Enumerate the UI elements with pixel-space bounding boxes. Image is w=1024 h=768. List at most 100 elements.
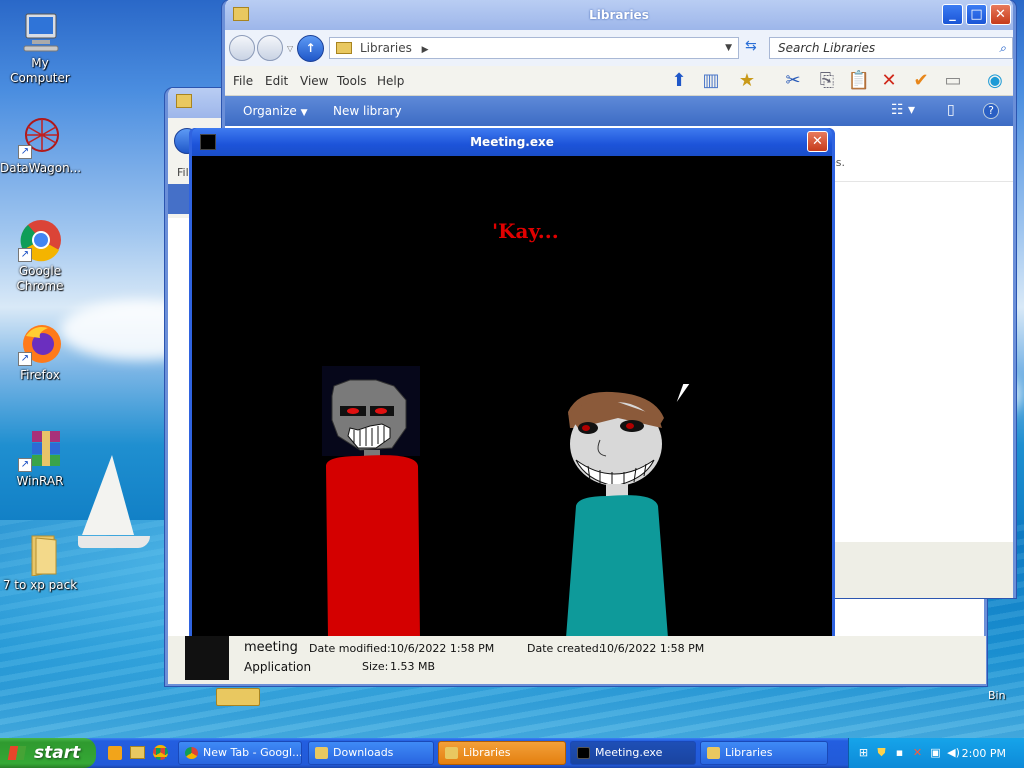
meeting-window[interactable]: Meeting.exe ✕ 'Kay... — [189, 128, 835, 640]
computer-icon — [18, 10, 62, 54]
chevron-down-icon: ▼ — [300, 108, 308, 118]
copy-icon[interactable]: ⎘ — [815, 69, 839, 93]
cut-icon[interactable]: ✂ — [781, 69, 805, 93]
menu-help[interactable]: Help — [377, 74, 404, 88]
folder-icon — [315, 747, 328, 759]
desktop-icon-firefox[interactable]: ↗ Firefox — [0, 322, 80, 383]
windows-flag-icon — [7, 746, 27, 760]
file-details-pane: meeting Application Date modified: 10/6/… — [168, 636, 986, 684]
clock[interactable]: 2:00 PM — [962, 747, 1006, 760]
datawagon-icon: ↗ — [18, 115, 62, 159]
desktop-icon-7-to-xp-pack[interactable]: 7 to xp pack — [0, 532, 80, 593]
shortcut-arrow-icon: ↗ — [18, 248, 32, 262]
chevron-down-icon[interactable]: ▼ — [725, 38, 732, 58]
forward-button[interactable] — [257, 35, 283, 61]
preview-pane-icon[interactable]: ▯ — [947, 102, 955, 118]
window-titlebar[interactable]: Meeting.exe ✕ — [192, 128, 832, 156]
display-icon[interactable]: ▣ — [929, 746, 942, 759]
sailboat-hull — [78, 536, 150, 548]
address-text: Libraries — [360, 41, 412, 55]
desktop-icon-label: Firefox — [20, 368, 60, 382]
menu-tools[interactable]: Tools — [337, 74, 367, 88]
desktop-icon-label: WinRAR — [16, 474, 64, 488]
refresh-icon[interactable]: ⇆ — [745, 38, 757, 54]
menu-edit[interactable]: Edit — [265, 74, 288, 88]
network-error-icon[interactable]: ✕ — [911, 746, 924, 759]
folder-icon[interactable] — [130, 746, 145, 759]
size-value: 1.53 MB — [390, 660, 436, 673]
taskbar-button-label: Libraries — [463, 746, 511, 759]
desktop-icon-winrar[interactable]: ↗ WinRAR — [0, 428, 80, 489]
taskbar-button-label: Meeting.exe — [595, 746, 663, 759]
sailboat-sail — [82, 455, 134, 535]
file-name: meeting — [244, 640, 298, 655]
system-tray: ⊞ ⛊ ▪ ✕ ▣ ◀) 2:00 PM — [848, 738, 1024, 768]
taskbar-button-downloads[interactable]: Downloads — [308, 741, 434, 765]
game-canvas[interactable]: 'Kay... — [192, 156, 832, 637]
favorites-star-icon[interactable]: ★ — [735, 69, 759, 93]
desktop-icon-my-computer[interactable]: My Computer — [0, 10, 80, 86]
globe-icon[interactable]: ◉ — [983, 69, 1007, 93]
recycle-bin-label[interactable]: Bin — [988, 689, 1006, 702]
view-options-icon[interactable]: ☷ ▾ — [891, 102, 915, 118]
date-created-label: Date created: — [527, 642, 603, 655]
window-title: Libraries — [589, 8, 649, 22]
taskbar-button-libraries-active[interactable]: Libraries — [438, 741, 566, 765]
menu-view[interactable]: View — [300, 74, 328, 88]
search-input[interactable]: Search Libraries ⌕ — [769, 37, 1013, 59]
breadcrumb-arrow-icon[interactable]: ▶ — [422, 45, 429, 55]
app-icon — [577, 747, 590, 759]
taskbar-button-new-tab[interactable]: New Tab - Googl... — [178, 741, 302, 765]
taskbar: start New Tab - Googl... Downloads Libra… — [0, 738, 1024, 768]
security-icon[interactable]: ⛊ — [875, 746, 888, 759]
chrome-icon[interactable] — [153, 745, 168, 760]
paste-icon[interactable]: 📋 — [847, 69, 871, 93]
up-folder-icon[interactable]: ⬆ — [667, 69, 691, 93]
folder-icon — [176, 94, 192, 108]
shortcut-arrow-icon: ↗ — [18, 458, 32, 472]
minimize-button[interactable]: _ — [942, 4, 963, 25]
chrome-icon: ↗ — [18, 218, 62, 262]
up-arrow-icon[interactable]: ↑ — [297, 35, 324, 62]
volume-icon[interactable]: ◀) — [947, 746, 960, 759]
properties-icon[interactable]: ▭ — [941, 69, 965, 93]
recent-pages-chevron-icon[interactable]: ▽ — [287, 44, 293, 53]
shortcut-arrow-icon: ↗ — [18, 145, 32, 159]
network-icon[interactable]: ⊞ — [857, 746, 870, 759]
back-button[interactable] — [229, 35, 255, 61]
folder-icon — [445, 747, 458, 759]
shortcut-arrow-icon: ↗ — [18, 352, 32, 366]
delete-icon[interactable]: ✕ — [877, 69, 901, 93]
close-button[interactable]: ✕ — [990, 4, 1011, 25]
window-title: Meeting.exe — [470, 135, 554, 149]
help-icon[interactable]: ? — [983, 103, 999, 119]
start-button[interactable]: start — [0, 738, 96, 768]
search-icon[interactable]: ⌕ — [999, 38, 1006, 58]
desktop-icon-google-chrome[interactable]: ↗ Google Chrome — [0, 218, 80, 294]
bluetooth-icon[interactable]: ▪ — [893, 746, 906, 759]
new-library-button[interactable]: New library — [333, 104, 402, 118]
close-button[interactable]: ✕ — [807, 131, 828, 152]
window-titlebar[interactable]: Libraries _ □ ✕ — [225, 0, 1013, 30]
check-icon[interactable]: ✔ — [909, 69, 933, 93]
folder-icon — [707, 747, 720, 759]
menu-file[interactable]: File — [233, 74, 253, 88]
taskbar-button-label: Libraries — [725, 746, 773, 759]
desktop-icon-datawagon[interactable]: ↗ DataWagon... — [0, 115, 82, 176]
taskbar-button-libraries[interactable]: Libraries — [700, 741, 828, 765]
address-bar[interactable]: Libraries ▶ ▼ — [329, 37, 739, 59]
maximize-button[interactable]: □ — [966, 4, 987, 25]
date-modified-label: Date modified: — [309, 642, 391, 655]
desktop-icon-label: DataWagon... — [0, 161, 82, 175]
organize-button[interactable]: Organize ▼ — [243, 104, 308, 118]
taskbar-button-meeting[interactable]: Meeting.exe — [570, 741, 696, 765]
media-player-icon[interactable] — [108, 746, 122, 760]
folder-icon — [216, 688, 260, 706]
folders-pane-icon[interactable]: ▥ — [699, 69, 723, 93]
firefox-icon: ↗ — [18, 322, 62, 366]
character-teal-shirt — [566, 391, 668, 637]
start-label: start — [34, 743, 81, 763]
library-folder-icon — [336, 42, 352, 54]
desktop-icon-label: Google Chrome — [16, 264, 64, 293]
folder-icon — [18, 532, 62, 577]
